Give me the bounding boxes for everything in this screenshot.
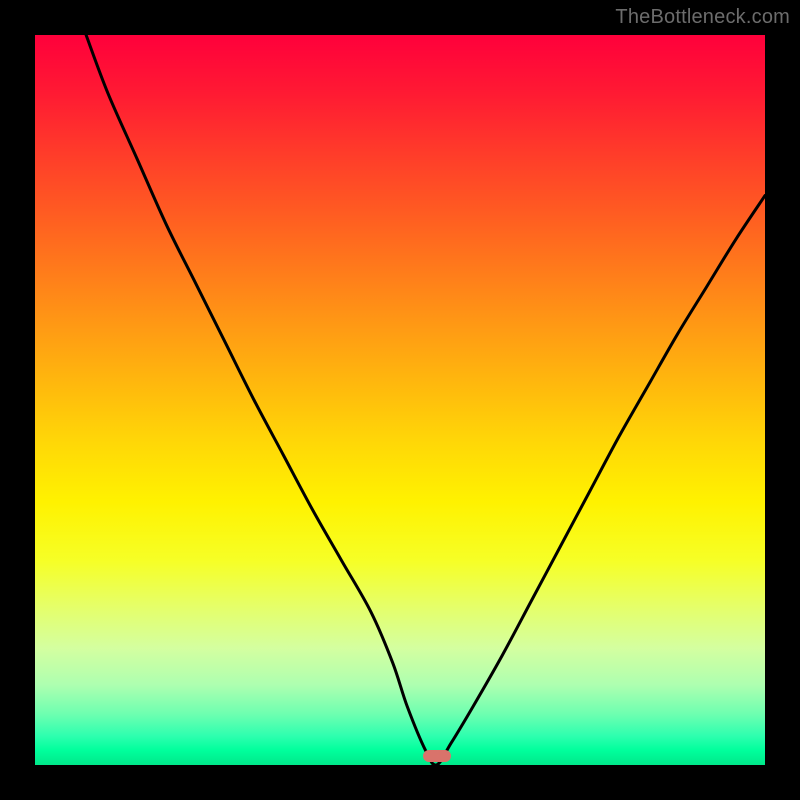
bottleneck-curve-path [86,35,765,765]
plot-area [35,35,765,765]
watermark-text: TheBottleneck.com [615,6,790,29]
chart-frame: TheBottleneck.com [0,0,800,800]
curve-svg [35,35,765,765]
optimum-marker [423,750,451,762]
